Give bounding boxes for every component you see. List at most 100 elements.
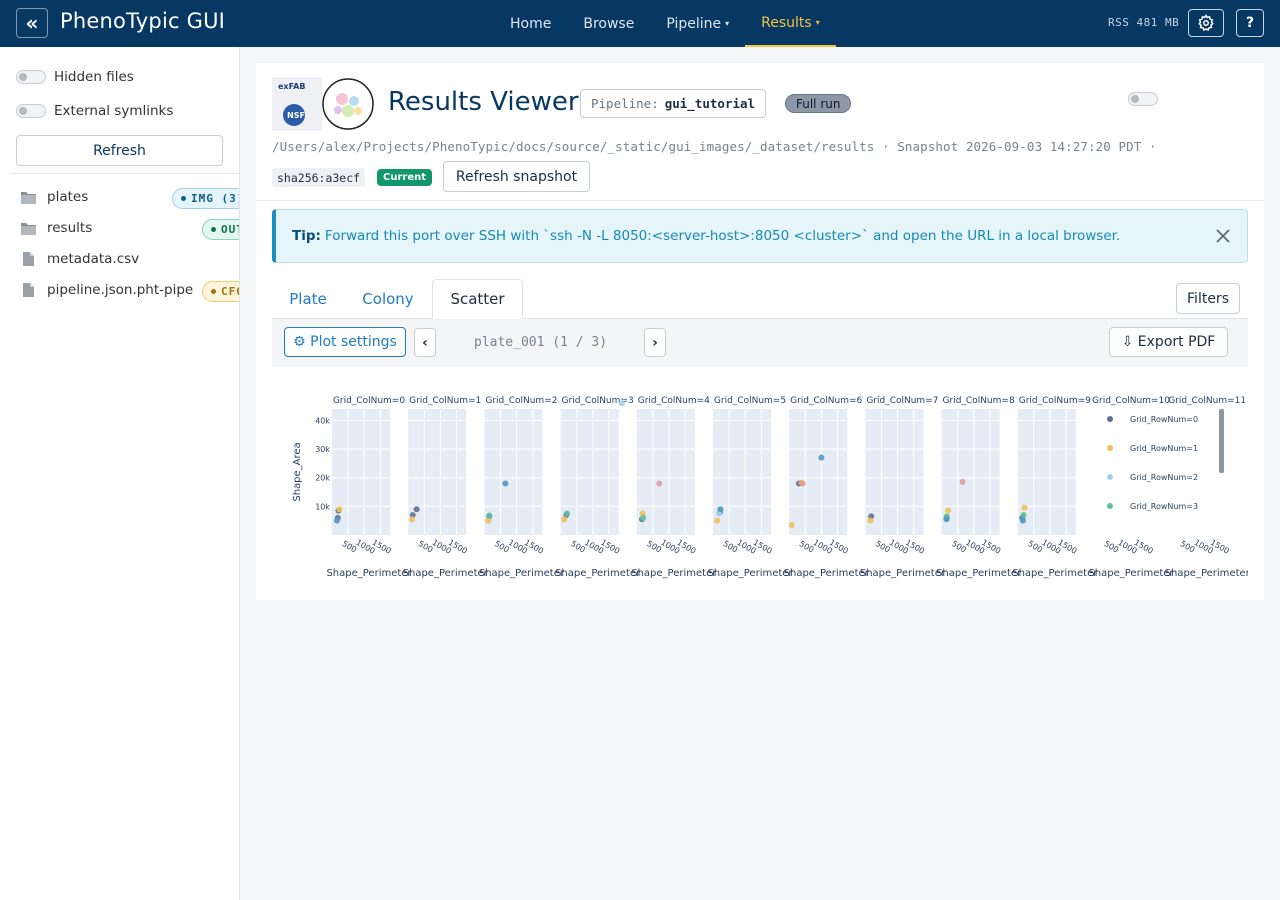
previous-plate-button[interactable]: ‹ [414, 328, 436, 357]
file-sidebar: Hidden files External symlinks Refresh p… [0, 47, 240, 900]
x-tick-label: 1500 [599, 538, 621, 556]
file-icon [23, 252, 34, 266]
x-tick-label: 500 [1026, 539, 1044, 554]
legend-marker [1107, 445, 1113, 451]
close-icon[interactable] [1213, 226, 1233, 246]
scatter-point [561, 516, 568, 523]
facet-label: Grid_ColNum=5 [714, 396, 786, 406]
facet-panel [1017, 409, 1076, 535]
facet-label: Grid_ColNum=7 [866, 396, 938, 406]
scatter-point [336, 506, 343, 513]
scatter-point [486, 512, 493, 519]
file-item-metadata[interactable]: metadata.csv [20, 251, 139, 267]
page-title: Results Viewer [388, 87, 579, 117]
external-symlinks-toggle-row[interactable]: External symlinks [16, 103, 173, 119]
file-item-pipeline[interactable]: pipeline.json.pht-pipe [20, 282, 193, 298]
folder-icon [21, 223, 36, 235]
facet-panel [408, 409, 467, 535]
scatter-point [1021, 504, 1028, 511]
legend-scrollbar [1219, 409, 1224, 473]
export-pdf-button[interactable]: ⇩ Export PDF [1109, 327, 1228, 357]
x-tick-label: 500 [1102, 539, 1120, 554]
legend-label: Grid_RowNum=1 [1130, 444, 1198, 453]
scatter-point [788, 521, 795, 528]
plot-toolbar: ⚙ Plot settings ‹ plate_001 (1 / 3) › ⇩ … [272, 319, 1248, 367]
x-axis-label: Shape_Perimeter [479, 568, 565, 579]
hidden-files-label: Hidden files [54, 69, 134, 85]
x-axis-label: Shape_Perimeter [326, 568, 412, 579]
x-tick-label: 500 [340, 539, 358, 554]
x-axis-label: Shape_Perimeter [707, 568, 793, 579]
tab-colony[interactable]: Colony [344, 279, 432, 319]
plot-settings-button[interactable]: ⚙ Plot settings [284, 327, 406, 357]
file-item-results[interactable]: results [20, 220, 92, 236]
svg-text:exFAB: exFAB [278, 82, 305, 91]
tab-plate[interactable]: Plate [272, 279, 344, 319]
facet-panel [941, 409, 1000, 535]
facet-label: Grid_ColNum=11 [1168, 396, 1246, 406]
sidebar-divider [10, 173, 239, 174]
x-tick-label: 500 [493, 539, 511, 554]
hidden-files-toggle-row[interactable]: Hidden files [16, 69, 134, 85]
facet-label: Grid_ColNum=0 [333, 396, 405, 406]
filters-button[interactable]: Filters [1176, 283, 1240, 314]
external-symlinks-label: External symlinks [54, 103, 174, 119]
gear-icon [1198, 14, 1214, 31]
file-item-plates[interactable]: plates [20, 189, 88, 205]
nav-pipeline[interactable]: Pipeline ▾ [650, 0, 745, 47]
scatter-point [945, 507, 952, 514]
scatter-point [867, 517, 874, 524]
tip-text: Forward this port over SSH with `ssh -N … [324, 228, 1121, 244]
x-tick-label: 1500 [1056, 538, 1078, 556]
x-axis-label: Shape_Perimeter [631, 568, 717, 579]
help-button[interactable]: ? [1236, 9, 1264, 37]
nav-browse[interactable]: Browse [567, 0, 650, 47]
navbar: « PhenoTypic GUI Home Browse Pipeline ▾ R… [0, 0, 1280, 47]
tab-scatter[interactable]: Scatter [432, 279, 523, 319]
logos-image: exFAB NSF [272, 77, 374, 131]
refresh-button[interactable]: Refresh [16, 135, 223, 166]
facet-label: Grid_ColNum=8 [943, 396, 1015, 406]
nav-menu: Home Browse Pipeline ▾ Results ▾ [494, 0, 836, 47]
facet-panel [484, 409, 543, 535]
refresh-snapshot-button[interactable]: Refresh snapshot [443, 161, 590, 192]
hidden-files-toggle[interactable] [16, 70, 46, 84]
rss-memory-readout: RSS 481 MB [1108, 16, 1180, 29]
settings-button[interactable] [1188, 9, 1224, 37]
x-axis-label: Shape_Perimeter [1088, 568, 1174, 579]
x-tick-label: 1500 [1209, 538, 1231, 556]
x-axis-label: Shape_Perimeter [1165, 568, 1248, 579]
external-symlinks-toggle[interactable] [16, 104, 46, 118]
pipeline-pill: Pipeline: gui_tutorial [580, 89, 767, 118]
brand-title[interactable]: PhenoTypic GUI [60, 9, 225, 33]
view-toggle[interactable] [1128, 92, 1158, 106]
x-tick-label: 500 [569, 539, 587, 554]
svg-text:NSF: NSF [287, 111, 305, 120]
x-axis-label: Shape_Perimeter [860, 568, 946, 579]
x-tick-label: 500 [874, 539, 892, 554]
scatter-point [413, 506, 420, 513]
x-tick-label: 500 [417, 539, 435, 554]
x-axis-label: Shape_Perimeter [1012, 568, 1098, 579]
legend-box [1090, 407, 1220, 537]
nav-home[interactable]: Home [494, 0, 567, 47]
legend-marker [1107, 503, 1113, 509]
scatter-point [409, 516, 416, 523]
img-badge: IMG (3) [172, 188, 239, 209]
x-tick-label: 1500 [523, 538, 545, 556]
folder-icon [21, 192, 36, 204]
current-status-badge: Current [377, 169, 433, 186]
scatter-chart[interactable]: Grid_ColNum=050010001500Shape_PerimeterG… [272, 367, 1251, 587]
facet-label: Grid_ColNum=2 [485, 396, 557, 406]
scatter-point [798, 479, 805, 486]
scatter-plot-area[interactable]: Grid_ColNum=0 500 1000 1500 Shape_Perimeter G… [272, 367, 1251, 587]
caret-down-icon: ▾ [815, 18, 820, 27]
x-tick-label: 500 [721, 539, 739, 554]
scatter-point [1019, 517, 1026, 524]
collapse-sidebar-button[interactable]: « [16, 8, 48, 38]
scatter-point [564, 510, 571, 517]
x-tick-label: 500 [645, 539, 663, 554]
nav-results[interactable]: Results ▾ [745, 0, 836, 47]
snapshot-hash: sha256:a3ecf [272, 168, 366, 187]
next-plate-button[interactable]: › [644, 328, 666, 357]
